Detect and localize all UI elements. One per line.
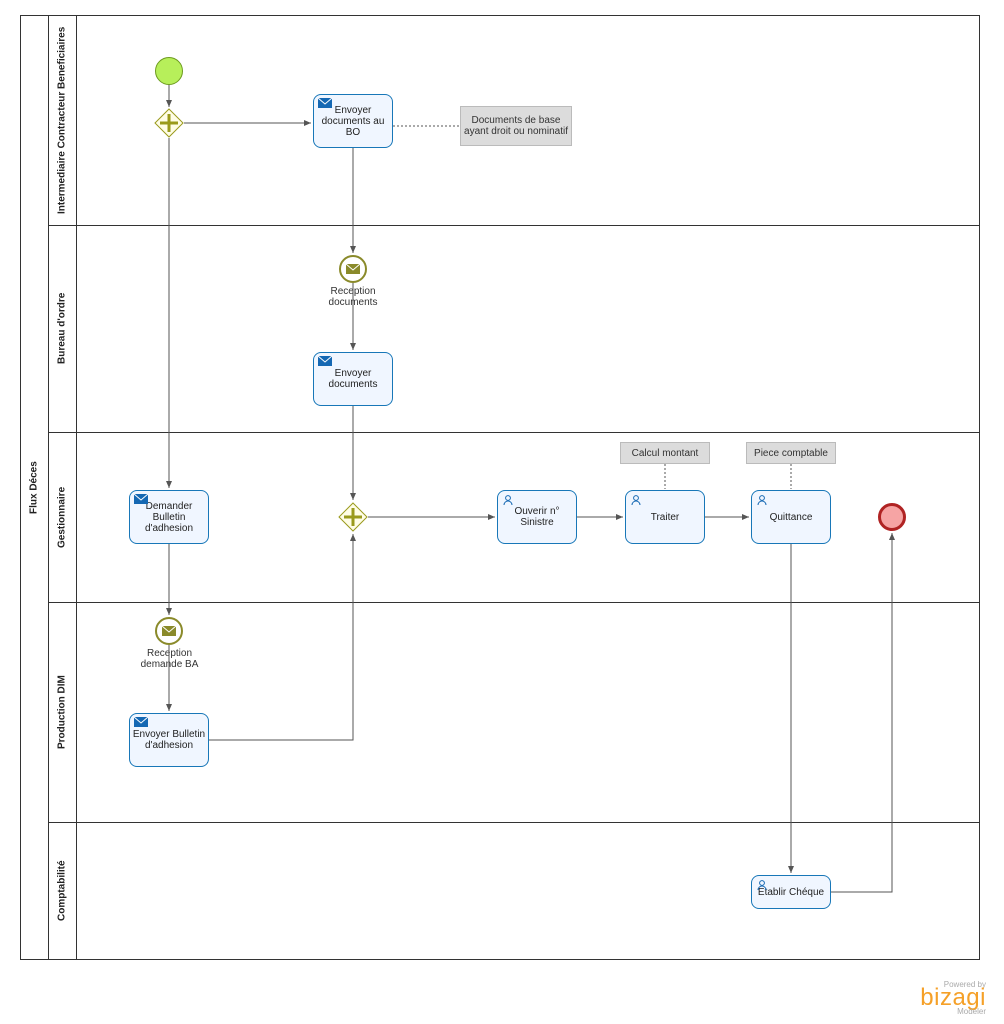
- bpmn-diagram: Flux Déces Intermediaire Contracteur Ben…: [0, 0, 1004, 1024]
- sequence-flows: [0, 0, 1004, 1024]
- footer-branding: Powered by bizagi Modeler: [920, 980, 986, 1016]
- footer-brand: bizagi: [920, 989, 986, 1007]
